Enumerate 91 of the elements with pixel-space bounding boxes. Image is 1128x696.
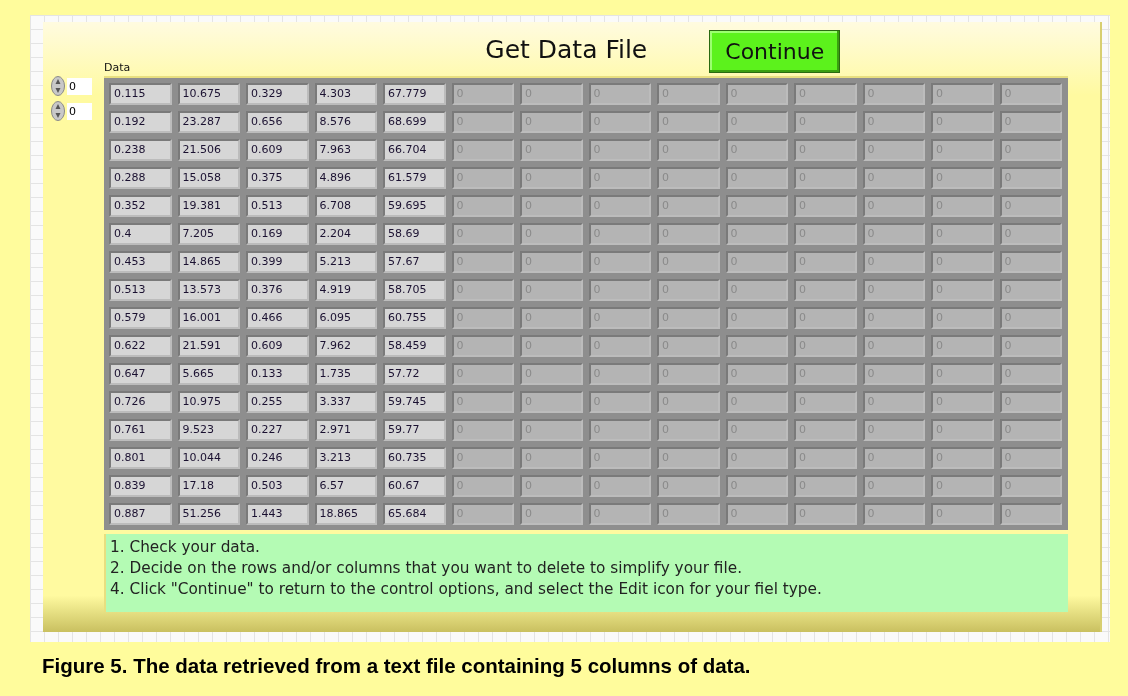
- array-cell: 58.459: [383, 335, 446, 357]
- array-cell: 0.513: [246, 195, 309, 217]
- array-cell: 1.735: [314, 363, 377, 385]
- array-cell: 10.975: [177, 391, 240, 413]
- array-cell: 0.513: [109, 279, 172, 301]
- figure-caption: Figure 5. The data retrieved from a text file containing 5 columns of data.: [42, 654, 752, 678]
- array-label: Data: [104, 61, 131, 74]
- array-cell: 15.058: [177, 167, 240, 189]
- array-cell: 0.801: [109, 447, 172, 469]
- array-cell: 0.255: [246, 391, 309, 413]
- array-cell: 59.77: [383, 419, 446, 441]
- array-cell: 60.735: [383, 447, 446, 469]
- array-cell: 68.699: [383, 111, 446, 133]
- array-cell: 60.67: [383, 475, 446, 497]
- array-cell: 0.887: [109, 503, 172, 525]
- array-cell: 21.506: [177, 139, 240, 161]
- array-cell: 67.779: [383, 83, 446, 105]
- array-cell: 65.684: [383, 503, 446, 525]
- instruction-line: 1. Check your data.: [110, 537, 261, 558]
- array-cell: 4.303: [314, 83, 377, 105]
- array-cell: 0.839: [109, 475, 172, 497]
- array-cell: 0.115: [109, 83, 172, 105]
- array-cell: 0.579: [109, 307, 172, 329]
- array-cell: 58.705: [383, 279, 446, 301]
- array-cell: 0.375: [246, 167, 309, 189]
- array-cell: 59.695: [383, 195, 446, 217]
- array-cell: 66.704: [383, 139, 446, 161]
- array-cell: 14.865: [177, 251, 240, 273]
- array-cell: 0.133: [246, 363, 309, 385]
- array-cell: 0.466: [246, 307, 309, 329]
- array-cell: 13.573: [177, 279, 240, 301]
- array-cell: 7.962: [314, 335, 377, 357]
- array-cell: 0.761: [109, 419, 172, 441]
- array-cell: 7.963: [314, 139, 377, 161]
- array-cell: 5.665: [177, 363, 240, 385]
- array-cell: 1.443: [246, 503, 309, 525]
- array-cell: 0.399: [246, 251, 309, 273]
- array-cell: 0.376: [246, 279, 309, 301]
- array-cell: 5.213: [314, 251, 377, 273]
- array-cell: 0.192: [109, 111, 172, 133]
- array-cell: 0.238: [109, 139, 172, 161]
- array-cell: 57.72: [383, 363, 446, 385]
- array-cell: 6.57: [314, 475, 377, 497]
- array-cell: 8.576: [314, 111, 377, 133]
- array-cell: 23.287: [177, 111, 240, 133]
- array-cell: 59.745: [383, 391, 446, 413]
- array-cell: 0.329: [246, 83, 309, 105]
- array-cell: 21.591: [177, 335, 240, 357]
- panel-title: Get Data File: [485, 35, 648, 64]
- array-cell: 0.503: [246, 475, 309, 497]
- array-cell: 0.352: [109, 195, 172, 217]
- array-cell: 58.69: [383, 223, 446, 245]
- array-cell: 2.204: [314, 223, 377, 245]
- index-field[interactable]: 0: [67, 77, 92, 95]
- continue-button[interactable]: Continue: [709, 30, 841, 73]
- array-cell: 0.609: [246, 139, 309, 161]
- array-cell: 17.18: [177, 475, 240, 497]
- array-cell: 0.647: [109, 363, 172, 385]
- array-cell: 3.213: [314, 447, 377, 469]
- array-cell: 6.095: [314, 307, 377, 329]
- instruction-line: 4. Click "Continue" to return to the control options, and select the Edit icon for your fiel type.: [110, 579, 823, 600]
- array-cell: 9.523: [177, 419, 240, 441]
- array-cell: 18.865: [314, 503, 377, 525]
- spinner-icon[interactable]: [51, 101, 65, 121]
- array-cell: 4.896: [314, 167, 377, 189]
- array-cell: 0.227: [246, 419, 309, 441]
- spinner-icon[interactable]: [51, 76, 65, 96]
- array-cell: 57.67: [383, 251, 446, 273]
- array-cell: 19.381: [177, 195, 240, 217]
- array-cell: 60.755: [383, 307, 446, 329]
- array-cell: 0.726: [109, 391, 172, 413]
- array-cell: 0.453: [109, 251, 172, 273]
- array-cell: 10.675: [177, 83, 240, 105]
- array-cell: 6.708: [314, 195, 377, 217]
- array-cell: 16.001: [177, 307, 240, 329]
- array-cell: 2.971: [314, 419, 377, 441]
- array-cell: 10.044: [177, 447, 240, 469]
- instruction-line: 2. Decide on the rows and/or columns that you want to delete to simplify your file.: [110, 558, 744, 579]
- array-cell: 0.169: [246, 223, 309, 245]
- array-cell: 4.919: [314, 279, 377, 301]
- index-field[interactable]: 0: [67, 102, 92, 120]
- array-cell: 51.256: [177, 503, 240, 525]
- array-cell: 0.4: [109, 223, 172, 245]
- array-cell: 0.609: [246, 335, 309, 357]
- array-cell: 0.622: [109, 335, 172, 357]
- array-cell: 7.205: [177, 223, 240, 245]
- array-cell: 61.579: [383, 167, 446, 189]
- array-cell: 3.337: [314, 391, 377, 413]
- array-cell: 0.656: [246, 111, 309, 133]
- array-cell: 0.288: [109, 167, 172, 189]
- array-cell: 0.246: [246, 447, 309, 469]
